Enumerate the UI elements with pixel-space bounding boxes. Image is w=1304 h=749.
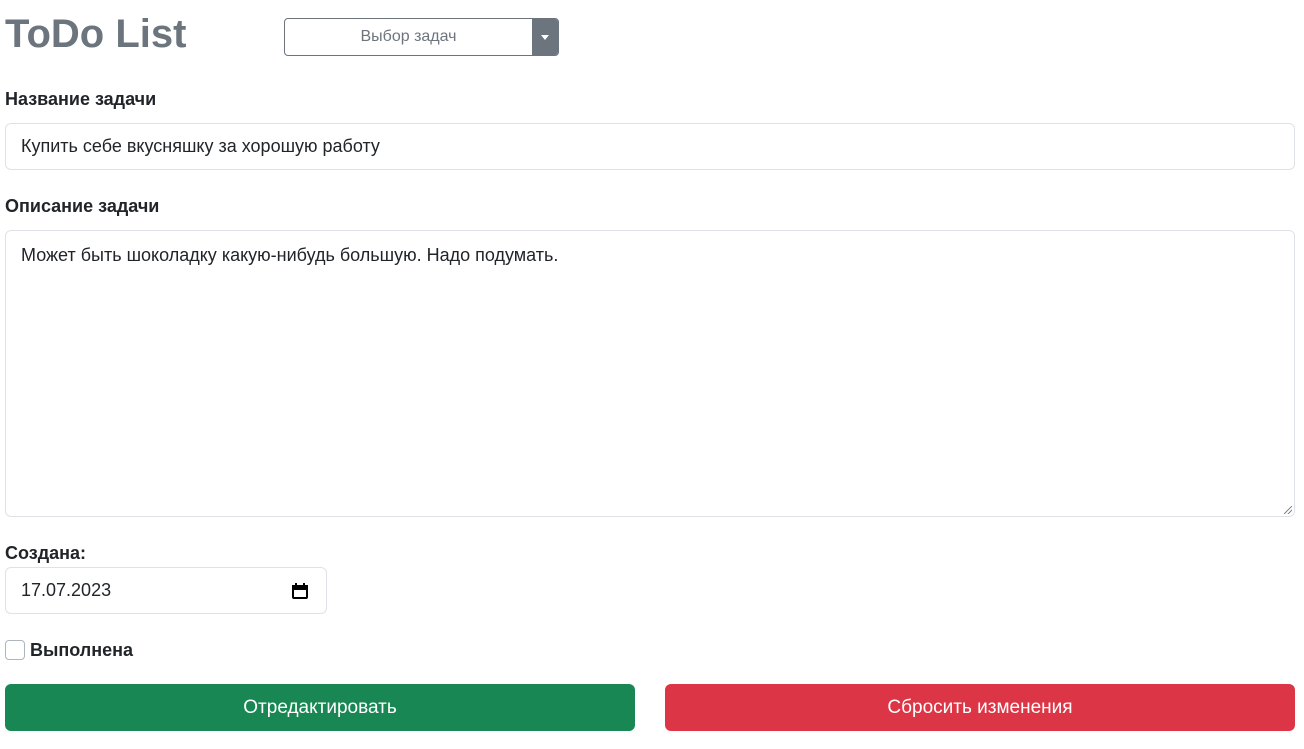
dropdown-toggle[interactable] [532, 19, 558, 55]
completed-checkbox-row[interactable]: Выполнена [5, 639, 133, 661]
task-description-text: Может быть шоколадку какую-нибудь большу… [21, 245, 559, 265]
edit-button[interactable]: Отредактировать [5, 684, 635, 731]
caret-down-icon [541, 34, 549, 40]
calendar-icon[interactable] [292, 582, 308, 599]
task-select-dropdown[interactable]: Выбор задач [284, 18, 559, 56]
resize-handle-icon[interactable] [1284, 506, 1292, 514]
reset-changes-button[interactable]: Сбросить изменения [665, 684, 1295, 731]
created-date-input[interactable]: 17.07.2023 [5, 567, 327, 614]
task-description-textarea[interactable]: Может быть шоколадку какую-нибудь большу… [5, 230, 1295, 517]
completed-checkbox[interactable] [5, 640, 25, 660]
completed-label: Выполнена [30, 640, 133, 660]
task-select-label: Выбор задач [360, 28, 457, 45]
task-name-label: Название задачи [5, 89, 157, 109]
task-description-label: Описание задачи [5, 196, 160, 216]
task-name-input[interactable]: Купить себе вкусняшку за хорошую работу [5, 123, 1295, 170]
created-date-value: 17.07.2023 [21, 580, 112, 600]
app-title: ToDo List [5, 12, 187, 56]
created-label: Создана: [5, 543, 87, 563]
